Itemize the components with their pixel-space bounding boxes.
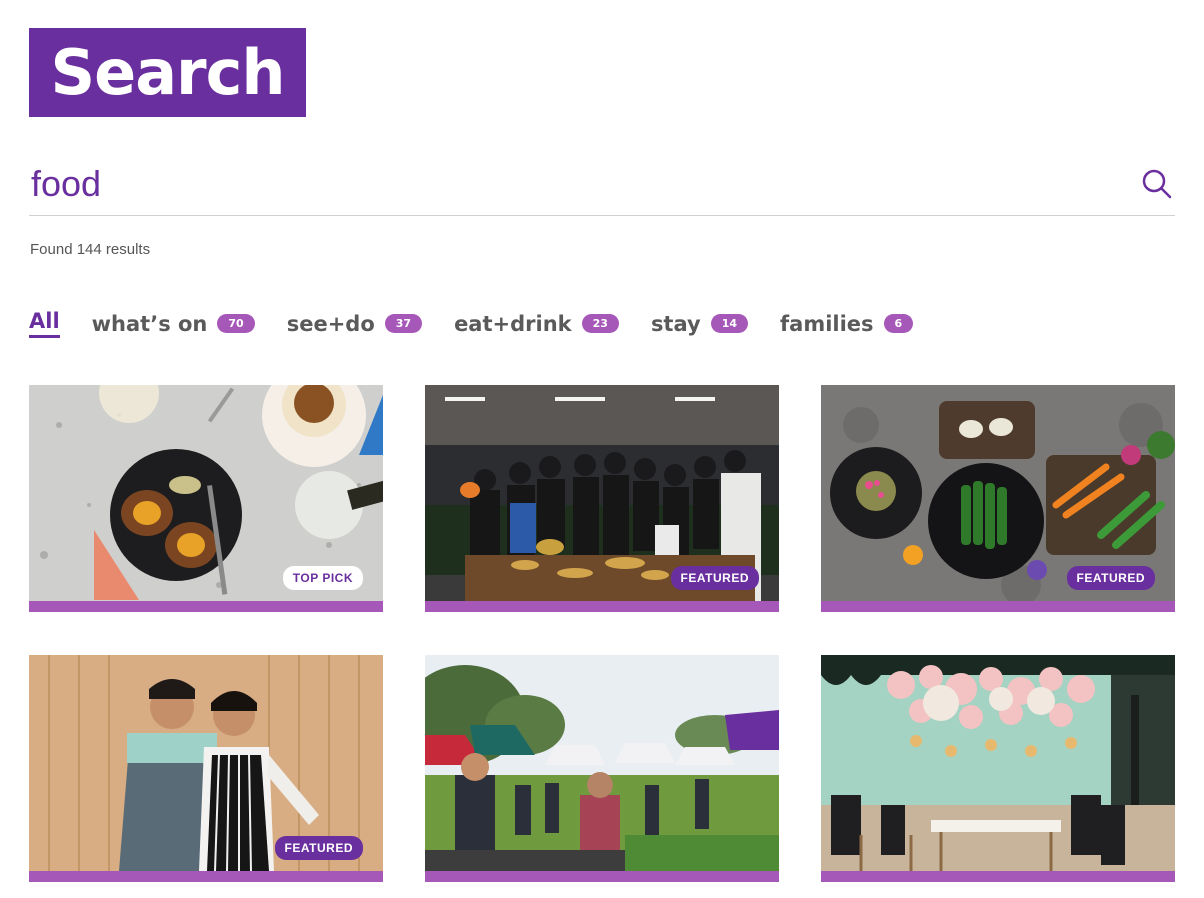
result-card[interactable]: FEATURED <box>425 385 779 612</box>
count-badge: 14 <box>710 314 749 333</box>
search-page: Search Found 144 results All what’s on 7… <box>0 0 1204 898</box>
card-accent-bar <box>29 601 383 612</box>
tab-label: see+do <box>286 311 375 336</box>
card-accent-bar <box>425 601 779 612</box>
result-card[interactable]: FEATURED <box>821 385 1175 612</box>
tab-see-do[interactable]: see+do 37 <box>286 311 423 336</box>
result-card[interactable] <box>425 655 779 882</box>
results-count: Found 144 results <box>30 241 151 258</box>
search-input[interactable] <box>29 162 1139 205</box>
tab-label: what’s on <box>91 311 208 336</box>
count-badge: 70 <box>217 314 255 333</box>
result-card[interactable]: TOP PICK <box>29 385 383 612</box>
search-bar <box>29 152 1175 216</box>
card-accent-bar <box>821 601 1175 612</box>
card-accent-bar <box>821 871 1175 882</box>
card-accent-bar <box>29 871 383 882</box>
search-icon[interactable] <box>1139 166 1175 202</box>
featured-badge: FEATURED <box>1066 566 1155 590</box>
count-badge: 6 <box>883 314 914 333</box>
tab-families[interactable]: families 6 <box>780 311 914 336</box>
card-accent-bar <box>425 871 779 882</box>
count-badge: 37 <box>384 314 423 333</box>
result-card[interactable]: FEATURED <box>29 655 383 882</box>
tab-stay[interactable]: stay 14 <box>650 311 749 336</box>
top-pick-badge: TOP PICK <box>282 566 363 590</box>
page-title: Search <box>50 36 285 109</box>
tab-label: All <box>29 309 60 333</box>
filter-tabs: All what’s on 70 see+do 37 eat+drink 23 … <box>29 309 945 338</box>
featured-badge: FEATURED <box>670 566 759 590</box>
card-image-farmers-market <box>425 655 779 871</box>
tab-label: stay <box>650 311 701 336</box>
tab-label: eat+drink <box>454 311 572 336</box>
featured-badge: FEATURED <box>274 836 363 860</box>
tab-whats-on[interactable]: what’s on 70 <box>92 312 255 336</box>
tab-eat-drink[interactable]: eat+drink 23 <box>454 312 619 336</box>
card-image-restaurant <box>821 655 1175 871</box>
result-card[interactable] <box>821 655 1175 882</box>
tab-all[interactable]: All <box>29 309 60 338</box>
tab-label: families <box>780 311 874 336</box>
page-title-banner: Search <box>29 28 306 117</box>
count-badge: 23 <box>581 314 619 333</box>
